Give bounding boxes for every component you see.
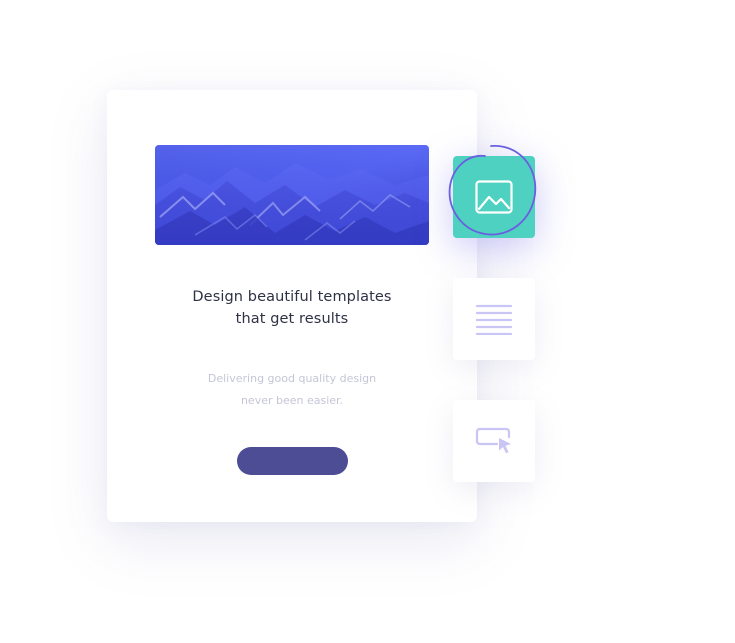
button-cursor-icon <box>475 427 511 454</box>
hero-image <box>155 145 429 245</box>
template-card: Design beautiful templates that get resu… <box>107 90 477 522</box>
cta-button[interactable] <box>237 447 348 475</box>
image-tool-button[interactable] <box>453 156 535 238</box>
canvas: Design beautiful templates that get resu… <box>0 0 735 643</box>
headline-line-2: that get results <box>235 311 349 327</box>
card-headline: Design beautiful templates that get resu… <box>107 286 477 330</box>
button-tool-button[interactable] <box>453 400 535 482</box>
subtext-line-2: never been easier. <box>240 394 344 407</box>
text-lines-icon <box>475 304 513 335</box>
card-subtext: Delivering good quality design never bee… <box>107 368 477 412</box>
subtext-line-1: Delivering good quality design <box>207 372 377 385</box>
image-icon <box>475 180 513 214</box>
text-tool-button[interactable] <box>453 278 535 360</box>
headline-line-1: Design beautiful templates <box>192 289 392 305</box>
